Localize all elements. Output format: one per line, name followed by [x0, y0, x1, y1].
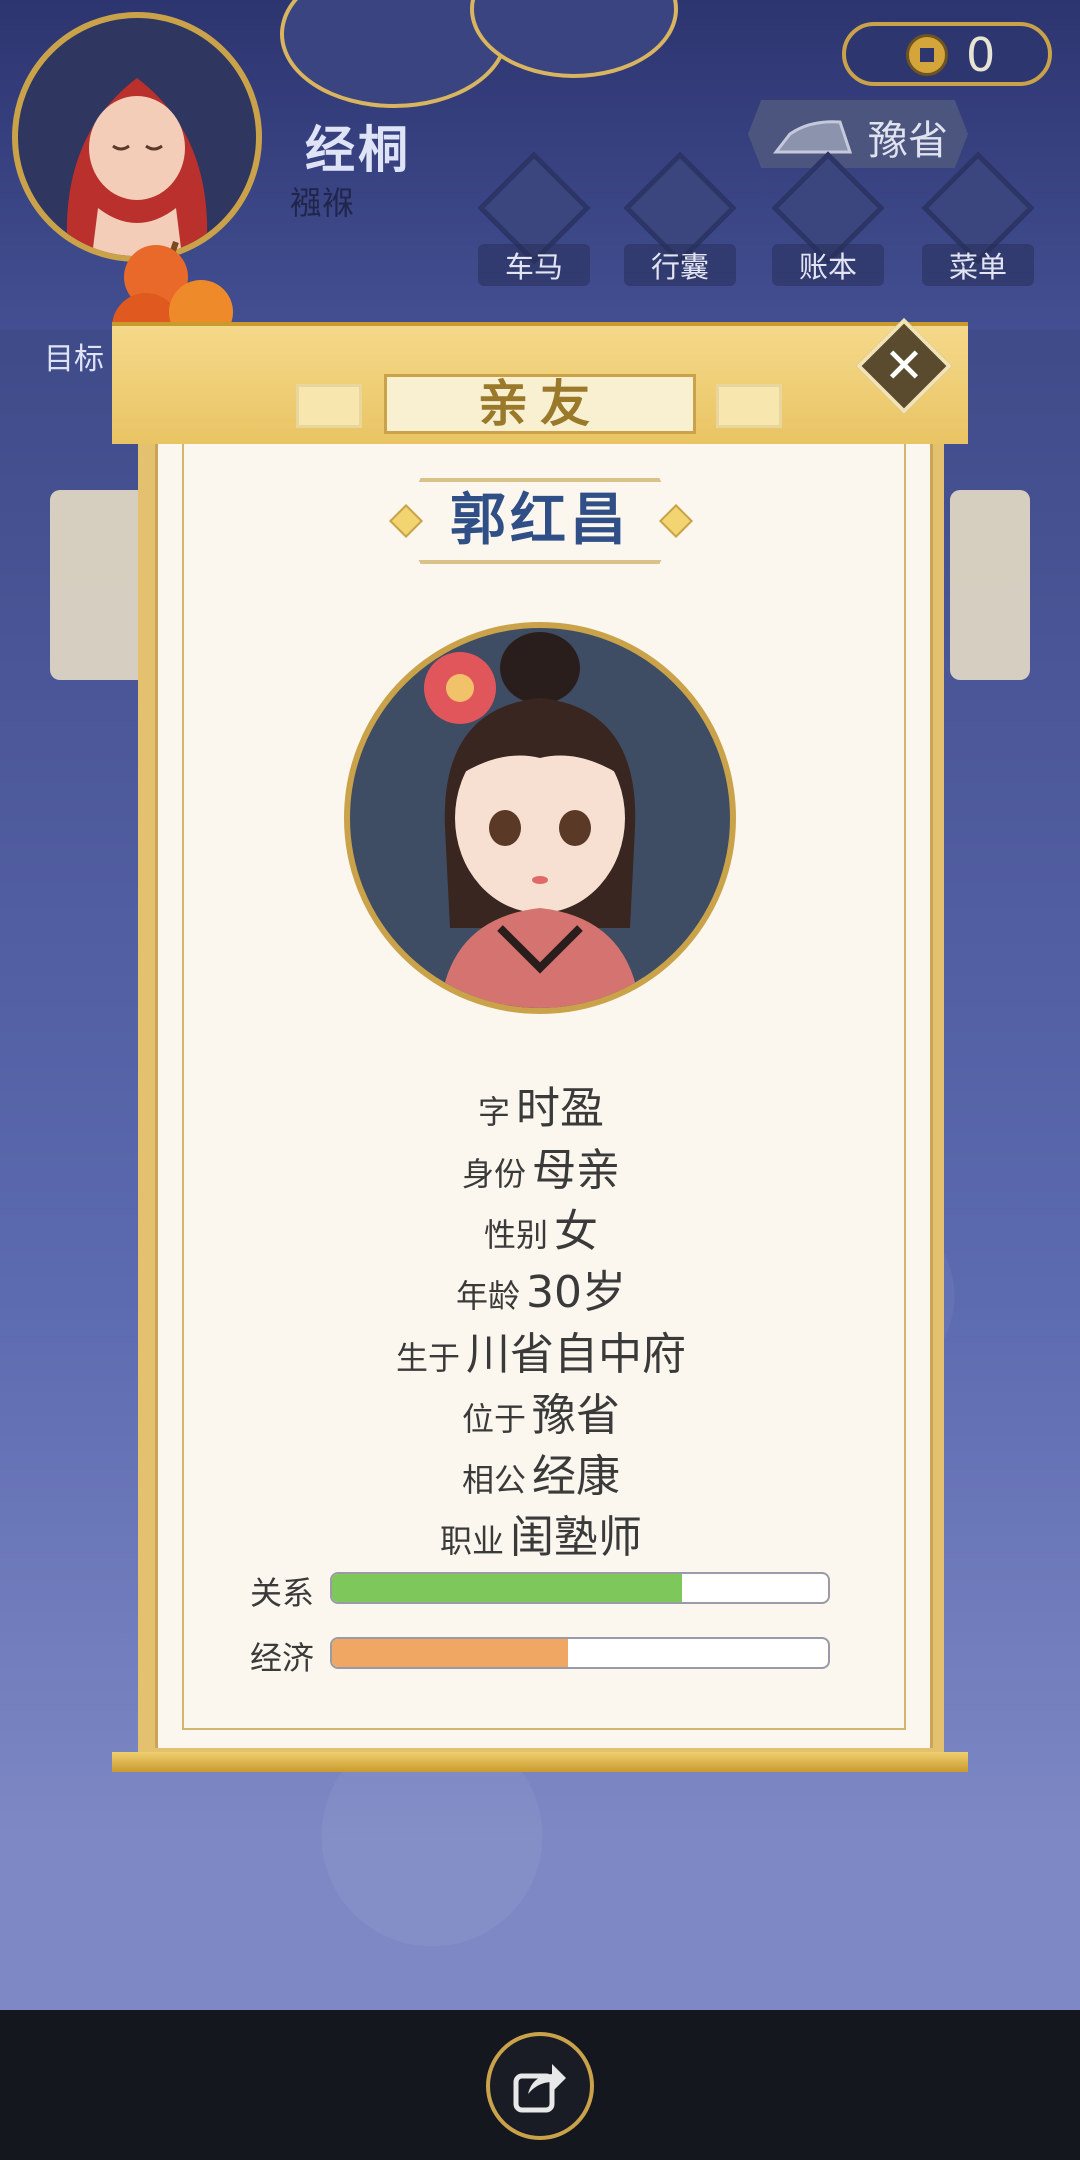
info-row-gender: 性别女 — [155, 1195, 927, 1259]
share-icon — [513, 2064, 566, 2113]
info-label: 身份 — [461, 1155, 526, 1193]
nav-label: 账本 — [772, 244, 884, 286]
nav-label: 行囊 — [624, 244, 736, 286]
info-label: 字 — [477, 1093, 510, 1131]
info-label: 年龄 — [455, 1277, 520, 1315]
info-row-husband: 相公 经康 — [155, 1440, 927, 1504]
info-row-identity: 身份 母亲 — [155, 1134, 927, 1198]
info-row-age: 年龄 30岁 — [155, 1256, 927, 1320]
person-name: 郭红昌 — [450, 488, 630, 553]
nav-carriage-button[interactable]: 车马 — [477, 151, 591, 286]
location-label: 豫省 — [868, 118, 948, 164]
coin-counter: 0 — [842, 22, 1052, 86]
player-age: 襁褓 — [290, 184, 355, 222]
info-value: 时盈 — [516, 1083, 604, 1134]
economy-bar-fill — [332, 1639, 568, 1667]
economy-bar-label: 经济 — [250, 1639, 315, 1677]
player-avatar[interactable] — [12, 12, 262, 262]
title-ornament — [296, 384, 362, 428]
nav-label: 菜单 — [922, 244, 1034, 286]
dialog-title-plate: 亲友 — [384, 374, 696, 434]
info-label: 生于 — [395, 1339, 460, 1377]
relationship-bar-label: 关系 — [250, 1574, 315, 1612]
info-label: 相公 — [461, 1461, 526, 1499]
economy-bar — [330, 1637, 830, 1669]
info-value: 经康 — [532, 1451, 620, 1502]
info-row-occupation: 职业 闺塾师 — [155, 1501, 927, 1565]
coin-icon — [906, 34, 948, 76]
info-value: 豫省 — [532, 1390, 620, 1441]
info-label: 位于 — [461, 1400, 526, 1438]
info-value: 女 — [554, 1206, 598, 1257]
info-value: 30岁 — [526, 1267, 626, 1318]
goal-label[interactable]: 目标 — [44, 334, 104, 378]
info-label: 职业 — [439, 1522, 504, 1560]
person-portrait — [344, 622, 736, 1014]
title-ornament — [716, 384, 782, 428]
relationship-bar — [330, 1572, 830, 1604]
background-card — [950, 490, 1030, 680]
relationship-bar-fill — [332, 1574, 682, 1602]
nav-menu-button[interactable]: 菜单 — [921, 151, 1035, 286]
player-name: 经桐 — [305, 121, 411, 179]
iron-icon — [772, 120, 853, 154]
info-row-birthplace: 生于 川省自中府 — [155, 1318, 927, 1382]
nav-ledger-button[interactable]: 账本 — [771, 151, 885, 286]
info-row-courtesy-name: 字时盈 — [155, 1072, 927, 1136]
dialog-title: 亲友 — [478, 375, 602, 433]
info-value: 母亲 — [532, 1145, 620, 1196]
info-row-location: 位于 豫省 — [155, 1379, 927, 1443]
share-button[interactable] — [486, 2032, 594, 2140]
dialog-bottom-rod — [112, 1752, 968, 1772]
nav-label: 车马 — [478, 244, 590, 286]
location-button[interactable]: 豫省 — [748, 100, 968, 168]
info-label: 性别 — [483, 1216, 548, 1254]
nav-bag-button[interactable]: 行囊 — [623, 151, 737, 286]
coin-value: 0 — [966, 28, 996, 82]
close-icon[interactable]: ✕ — [868, 334, 940, 398]
info-value: 闺塾师 — [510, 1512, 642, 1563]
info-value: 川省自中府 — [466, 1329, 686, 1380]
